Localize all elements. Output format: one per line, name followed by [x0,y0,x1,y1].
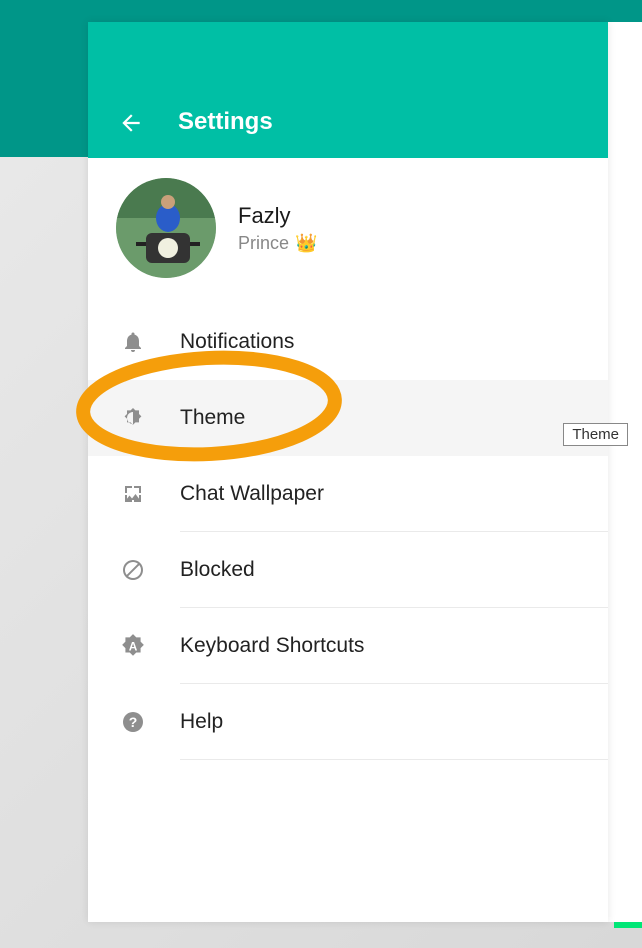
menu-item-theme[interactable]: Theme [88,380,608,456]
menu-item-chat-wallpaper[interactable]: Chat Wallpaper [88,456,608,532]
menu-item-blocked[interactable]: Blocked [88,532,608,608]
profile-row[interactable]: Fazly Prince 👑 [88,158,608,304]
menu-label: Help [180,710,608,734]
profile-name: Fazly [238,203,317,229]
menu-label: Chat Wallpaper [180,482,608,506]
profile-status: Prince 👑 [238,233,317,254]
block-icon [120,557,146,583]
crown-icon: 👑 [295,233,317,254]
menu-label: Theme [180,406,608,430]
menu-label: Blocked [180,558,608,582]
svg-text:?: ? [129,714,138,730]
menu-item-notifications[interactable]: Notifications [88,304,608,380]
settings-panel: Settings Fazly [88,22,608,922]
brightness-icon [120,405,146,431]
bell-icon [120,329,146,355]
accent-strip [614,922,642,928]
menu-item-keyboard-shortcuts[interactable]: A Keyboard Shortcuts [88,608,608,684]
settings-menu: Notifications Theme Chat Wallpaper Block… [88,304,608,760]
back-button[interactable] [118,110,144,136]
menu-item-help[interactable]: ? Help [88,684,608,760]
menu-label: Keyboard Shortcuts [180,634,608,658]
settings-header: Settings [88,22,608,158]
wallpaper-icon [120,481,146,507]
keyboard-badge-icon: A [120,633,146,659]
svg-text:A: A [129,639,138,653]
help-icon: ? [120,709,146,735]
avatar [116,178,216,278]
page-title: Settings [178,108,273,136]
theme-tooltip: Theme [563,423,628,446]
menu-label: Notifications [180,330,608,354]
arrow-back-icon [118,110,144,136]
